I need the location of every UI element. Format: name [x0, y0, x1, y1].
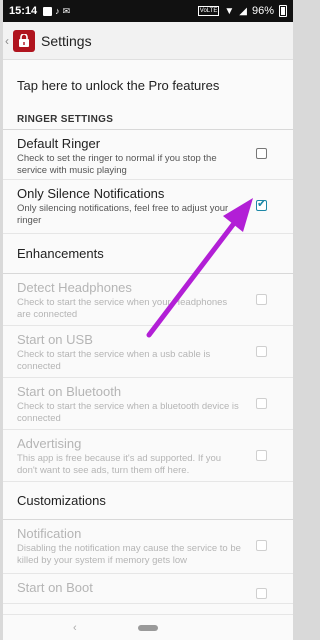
status-right-icons: VoLTE ▼ ◢ 96% [197, 5, 287, 17]
pref-title: Only Silence Notifications [17, 186, 165, 201]
advertising-checkbox[interactable] [256, 450, 267, 461]
signal-icon: ◢ [239, 5, 247, 17]
pref-only-silence-notifications[interactable]: Only Silence Notifications Only silencin… [3, 180, 293, 234]
detect-headphones-checkbox[interactable] [256, 294, 267, 305]
nav-back-icon[interactable]: ‹ [73, 622, 77, 634]
wifi-icon: ▼ [224, 5, 235, 17]
status-bar: 15:14 ♪ ✉ VoLTE ▼ ◢ 96% [3, 0, 293, 22]
battery-percent: 96% [251, 5, 274, 17]
pref-summary: Disabling the notification may cause the… [17, 543, 241, 566]
status-time: 15:14 [9, 5, 38, 17]
volte-icon: VoLTE [197, 6, 220, 16]
pref-summary: Check to start the service when a blueto… [17, 401, 239, 424]
pref-summary: Check to start the service when your Hea… [17, 297, 228, 320]
notification-checkbox[interactable] [256, 540, 267, 551]
pref-title: Start on Bluetooth [17, 384, 122, 399]
pref-title: Notification [17, 526, 82, 541]
pref-notification[interactable]: Notification Disabling the notification … [3, 520, 293, 574]
start-on-boot-checkbox[interactable] [256, 588, 267, 599]
pref-summary: Check to set the ringer to normal if you… [17, 153, 217, 176]
pref-summary: Only silencing notifications, feel free … [17, 203, 229, 226]
back-icon[interactable]: ‹ [5, 34, 13, 48]
mail-icon: ✉ [62, 5, 71, 16]
pref-default-ringer[interactable]: Default Ringer Check to set the ringer t… [3, 130, 293, 180]
battery-icon [279, 5, 287, 17]
pref-title: Default Ringer [17, 136, 101, 151]
start-usb-checkbox[interactable] [256, 346, 267, 357]
ringer-settings-header: RINGER SETTINGS [3, 110, 293, 130]
app-notification-icon [43, 6, 53, 16]
app-bar: ‹ Settings [3, 22, 293, 60]
pro-banner[interactable]: Tap here to unlock the Pro features [3, 60, 293, 110]
start-bluetooth-checkbox[interactable] [256, 398, 267, 409]
customizations-header: Customizations [3, 482, 293, 520]
music-note-icon: ♪ [55, 6, 60, 16]
enhancements-header: Enhancements [3, 234, 293, 274]
pref-detect-headphones[interactable]: Detect Headphones Check to start the ser… [3, 274, 293, 326]
pref-start-bluetooth[interactable]: Start on Bluetooth Check to start the se… [3, 378, 293, 430]
pref-title: Start on Boot [17, 580, 93, 595]
pref-title: Advertising [17, 436, 82, 451]
pref-advertising[interactable]: Advertising This app is free because it'… [3, 430, 293, 482]
nav-home-pill[interactable] [138, 624, 158, 631]
pref-summary: This app is free because it's ad support… [17, 453, 222, 476]
pref-summary: Check to start the service when a usb ca… [17, 349, 211, 372]
phone-screen: 15:14 ♪ ✉ VoLTE ▼ ◢ 96% ‹ Settings Tap h… [3, 0, 293, 640]
default-ringer-checkbox[interactable] [256, 148, 267, 159]
pref-start-usb[interactable]: Start on USB Check to start the service … [3, 326, 293, 378]
status-notification-icons: ♪ ✉ [43, 6, 70, 17]
pref-start-on-boot[interactable]: Start on Boot [3, 574, 293, 604]
pref-title: Start on USB [17, 332, 93, 347]
navigation-bar: ‹ [3, 614, 293, 640]
app-logo-icon [13, 29, 35, 52]
page-title: Settings [41, 32, 92, 49]
only-silence-checkbox[interactable] [256, 197, 267, 211]
pro-banner-label: Tap here to unlock the Pro features [17, 78, 220, 93]
pref-title: Detect Headphones [17, 280, 132, 295]
